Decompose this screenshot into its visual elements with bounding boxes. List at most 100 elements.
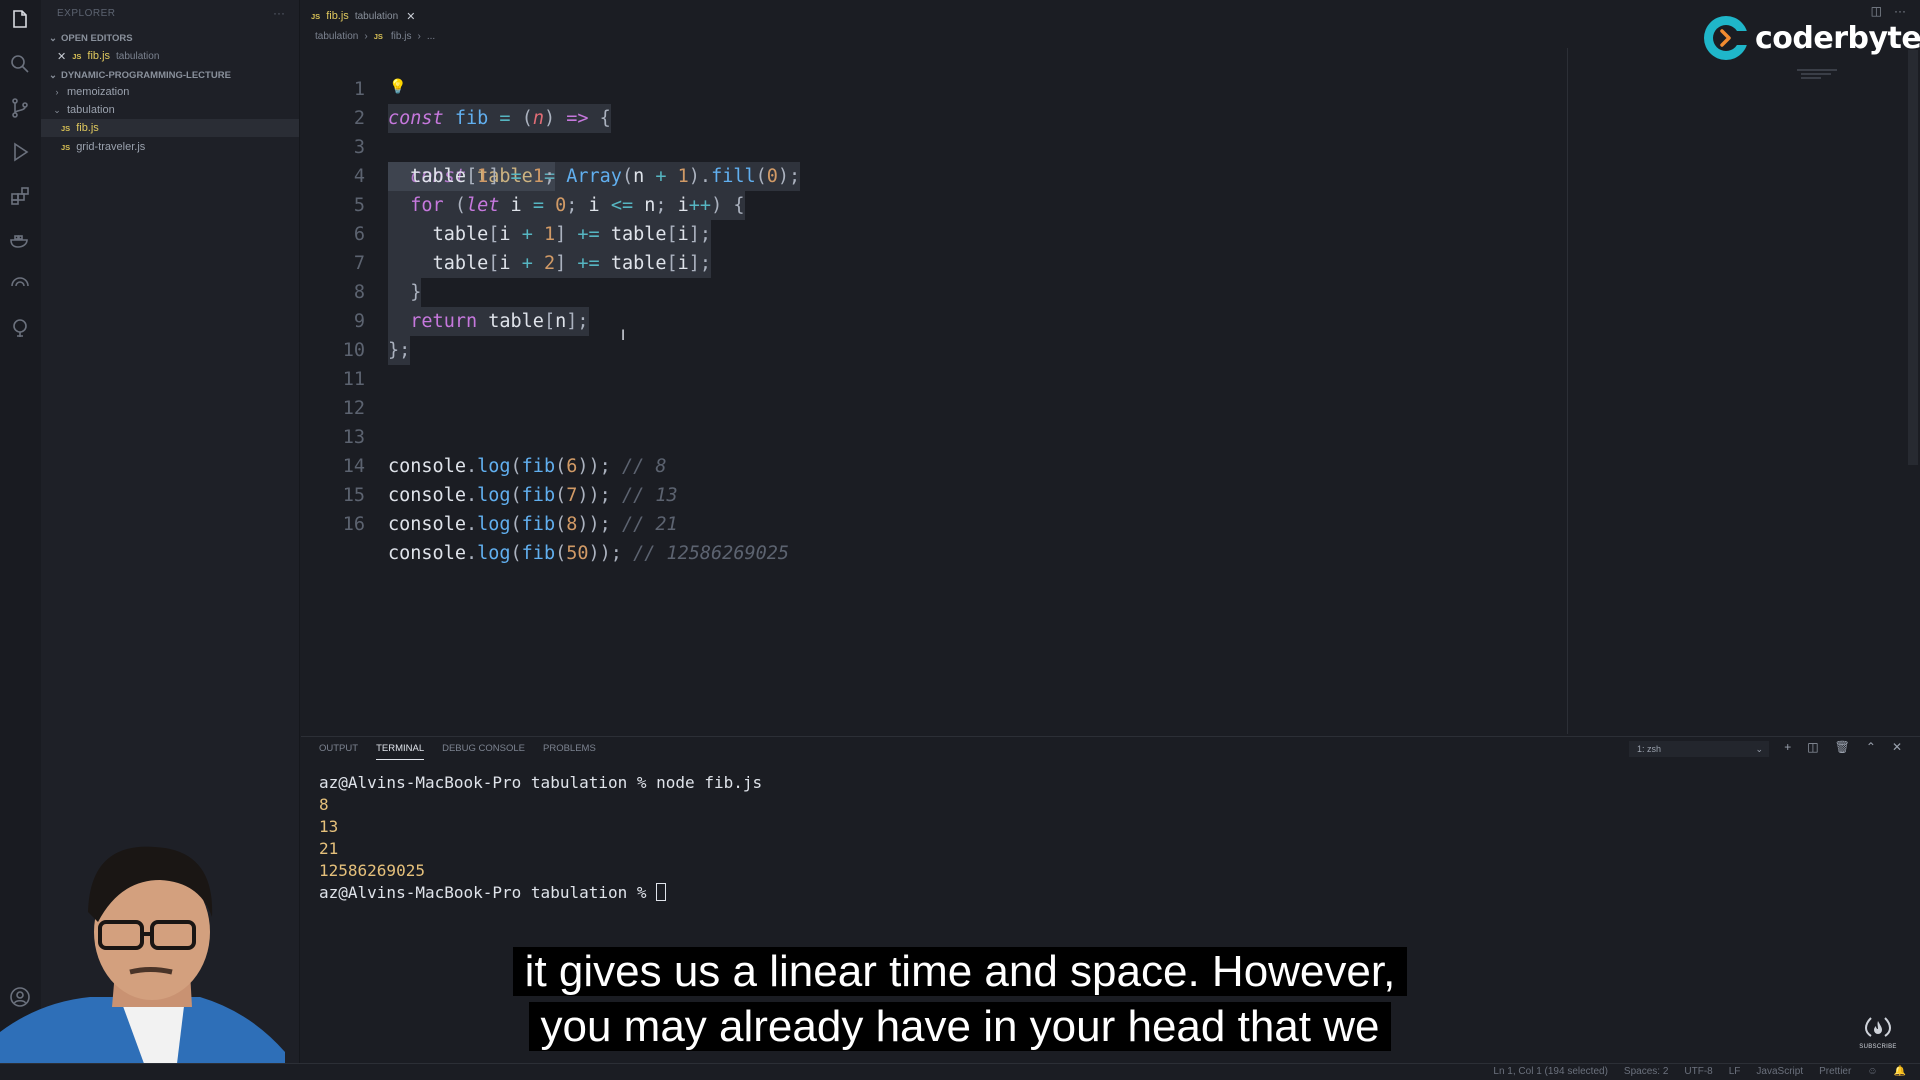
terminal-select[interactable]: 1: zsh ⌄ xyxy=(1629,741,1769,757)
file-label: fib.js xyxy=(76,122,99,134)
files-icon[interactable] xyxy=(8,8,32,32)
file-grid-traveler-js[interactable]: JS grid-traveler.js xyxy=(41,138,299,156)
open-editors-section[interactable]: ⌄ OPEN EDITORS xyxy=(49,33,133,44)
status-indentation[interactable]: Spaces: 2 xyxy=(1624,1066,1668,1077)
tab-terminal[interactable]: TERMINAL xyxy=(376,743,425,760)
minimap[interactable] xyxy=(1797,66,1887,79)
terminal-output: 8 xyxy=(319,795,329,814)
presenter-webcam xyxy=(0,846,285,1080)
explorer-title: EXPLORER xyxy=(57,8,116,19)
code-line: 6 table[i + 2] += table[i]; xyxy=(301,191,1561,278)
chevron-right-icon: › xyxy=(55,87,59,97)
folder-tabulation[interactable]: ⌄ tabulation xyxy=(41,101,299,119)
run-debug-icon[interactable] xyxy=(8,140,32,164)
chevron-down-icon: ⌄ xyxy=(49,33,57,44)
tab-debug-console[interactable]: DEBUG CONSOLE xyxy=(442,743,525,760)
chevron-down-icon: ⌄ xyxy=(53,104,61,115)
brand-logo: coderbyte xyxy=(1701,13,1920,63)
git-graph-icon[interactable] xyxy=(8,316,32,340)
status-formatter[interactable]: Prettier xyxy=(1819,1066,1851,1077)
maximize-panel-icon[interactable]: ⌃ xyxy=(1866,740,1876,754)
project-section[interactable]: ⌄ DYNAMIC-PROGRAMMING-LECTURE xyxy=(49,70,231,81)
panel-actions: + ◫ 🗑 ⌃ ✕ xyxy=(1784,740,1902,754)
editor-tabs: JS fib.js tabulation ✕ ◫ ··· xyxy=(301,0,1920,28)
close-icon[interactable]: ✕ xyxy=(57,50,66,63)
folder-memoization[interactable]: › memoization xyxy=(41,83,299,101)
code-line: 9 }; xyxy=(301,278,1561,365)
code-line: 16 console.log(fib(50)); // 12586269025 xyxy=(301,481,1561,564)
file-fib-js[interactable]: JS fib.js xyxy=(41,119,299,137)
code-line: 14 console.log(fib(7)); // 13 xyxy=(301,423,1561,506)
open-editors-label: OPEN EDITORS xyxy=(60,33,133,44)
subscribe-label: SUBSCRIBE xyxy=(1859,1044,1897,1050)
close-icon[interactable]: ✕ xyxy=(406,10,415,23)
tab-folder: tabulation xyxy=(354,10,399,22)
file-label: grid-traveler.js xyxy=(76,141,146,153)
close-panel-icon[interactable]: ✕ xyxy=(1892,740,1902,754)
terminal-cursor xyxy=(656,883,667,901)
chevron-right-icon: › xyxy=(364,31,368,42)
more-actions-icon[interactable]: ··· xyxy=(273,6,285,20)
editor-ruler xyxy=(1567,48,1568,734)
status-encoding[interactable]: UTF-8 xyxy=(1684,1066,1712,1077)
status-language[interactable]: JavaScript xyxy=(1756,1066,1803,1077)
code-line: 4 for (let i = 0; i <= n; i++) { xyxy=(301,133,1561,220)
terminal-line: az@Alvins-MacBook-Pro tabulation % node … xyxy=(319,772,762,794)
feedback-icon[interactable]: ☺ xyxy=(1867,1066,1877,1077)
terminal-output: 13 xyxy=(319,817,339,836)
chevron-down-icon: ⌄ xyxy=(49,70,57,81)
open-editor-item[interactable]: ✕ JS fib.js tabulation xyxy=(41,47,299,65)
trash-icon[interactable]: 🗑 xyxy=(1835,740,1850,754)
terminal-select-value: 1: zsh xyxy=(1637,744,1662,754)
breadcrumb-file[interactable]: fib.js xyxy=(391,31,412,42)
tab-output[interactable]: OUTPUT xyxy=(319,743,358,760)
code-line: 8 return table[n]; xyxy=(301,249,1561,336)
code-line: 10 xyxy=(301,307,1561,361)
split-terminal-icon[interactable]: ◫ xyxy=(1807,740,1818,754)
caption-line-2: you may already have in your head that w… xyxy=(528,1002,1392,1051)
code-line: 1 const fib = (n) => { xyxy=(301,46,1561,133)
brand-name: coderbyte xyxy=(1755,20,1920,56)
editor-scrollbar[interactable] xyxy=(1908,50,1918,465)
tab-problems[interactable]: PROBLEMS xyxy=(543,743,596,760)
text-cursor-icon: I xyxy=(621,328,626,344)
js-file-icon: JS xyxy=(72,51,82,61)
code-line: 12 xyxy=(301,365,1561,419)
extensions-icon[interactable] xyxy=(8,184,32,208)
status-items: Ln 1, Col 1 (194 selected) Spaces: 2 UTF… xyxy=(1493,1066,1906,1077)
js-file-icon: JS xyxy=(61,123,71,133)
open-editor-name: fib.js xyxy=(87,50,111,62)
tab-fib-js[interactable]: JS fib.js tabulation ✕ xyxy=(311,4,415,28)
chevron-down-icon: ⌄ xyxy=(1755,744,1763,754)
source-control-icon[interactable] xyxy=(8,96,32,120)
brand-logo-icon xyxy=(1704,16,1750,60)
terminal-output: 21 xyxy=(319,839,339,858)
video-caption: it gives us a linear time and space. How… xyxy=(480,944,1440,1054)
open-editor-folder: tabulation xyxy=(116,50,160,62)
terminal-output: 12586269025 xyxy=(319,861,425,880)
code-line: 2 💡 const table = Array(n + 1).fill(0); xyxy=(301,73,1561,191)
channel-badge[interactable]: SUBSCRIBE xyxy=(1856,1015,1900,1050)
caption-line-1: it gives us a linear time and space. How… xyxy=(512,947,1408,996)
breadcrumb: tabulation › JS fib.js › ... xyxy=(315,31,435,42)
breadcrumb-folder[interactable]: tabulation xyxy=(315,31,358,42)
lightbulb-icon[interactable]: 💡 xyxy=(389,73,406,102)
search-icon[interactable] xyxy=(8,52,32,76)
code-line: 7 } xyxy=(301,220,1561,307)
bell-icon[interactable]: 🔔 xyxy=(1894,1066,1906,1077)
code-line: 3 table[1] = 1; xyxy=(301,104,1561,191)
remote-icon[interactable] xyxy=(8,272,32,296)
chevron-right-icon: › xyxy=(417,31,421,42)
panel-tabs: OUTPUT TERMINAL DEBUG CONSOLE PROBLEMS xyxy=(319,743,596,760)
line-number: 16 xyxy=(342,514,365,535)
breadcrumb-symbol[interactable]: ... xyxy=(427,31,435,42)
code-line: 15 console.log(fib(8)); // 21 xyxy=(301,452,1561,535)
status-cursor-position[interactable]: Ln 1, Col 1 (194 selected) xyxy=(1493,1066,1608,1077)
add-terminal-icon[interactable]: + xyxy=(1784,740,1791,754)
terminal-line[interactable]: az@Alvins-MacBook-Pro tabulation % xyxy=(319,882,667,904)
docker-icon[interactable] xyxy=(8,228,32,252)
js-file-icon: JS xyxy=(311,11,321,21)
status-eol[interactable]: LF xyxy=(1729,1066,1741,1077)
terminal-prompt: az@Alvins-MacBook-Pro tabulation % xyxy=(319,883,657,902)
status-bar: Ln 1, Col 1 (194 selected) Spaces: 2 UTF… xyxy=(0,1063,1920,1080)
